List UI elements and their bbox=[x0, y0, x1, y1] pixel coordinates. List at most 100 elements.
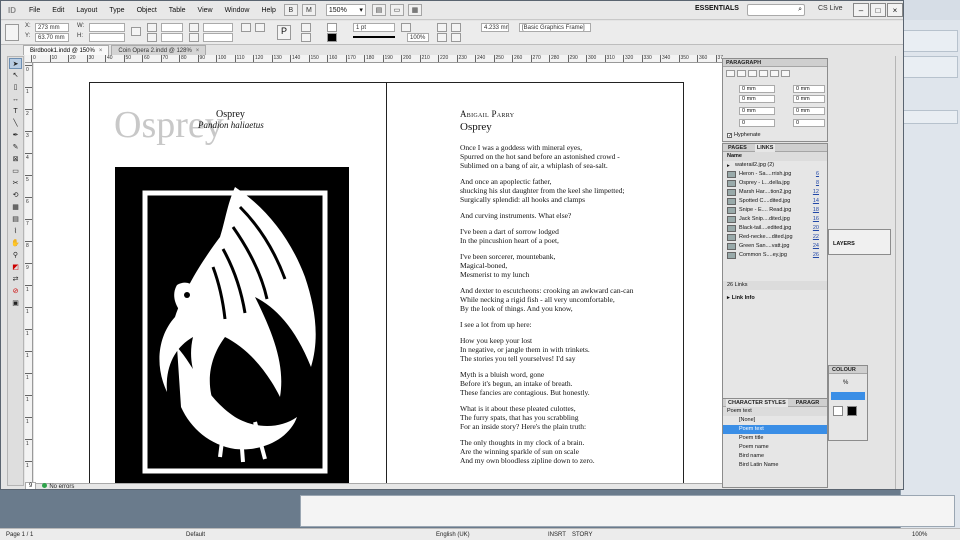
effects-icon[interactable] bbox=[401, 23, 411, 32]
view-options-icon[interactable]: ▤ bbox=[371, 4, 386, 16]
width-field[interactable] bbox=[89, 23, 125, 32]
menu-layout[interactable]: Layout bbox=[70, 7, 103, 14]
apply-none-icon[interactable]: ⊘ bbox=[9, 286, 22, 297]
style-row[interactable]: [None] bbox=[723, 416, 827, 425]
scale-x-icon[interactable] bbox=[147, 23, 157, 32]
select-container-icon[interactable] bbox=[301, 23, 311, 32]
link-page[interactable]: 16 bbox=[813, 215, 819, 224]
style-row[interactable]: Poem name bbox=[723, 443, 827, 452]
tab-birdbook[interactable]: Birdbook1.indd @ 150% × bbox=[23, 45, 110, 55]
type-tool-icon[interactable]: T bbox=[9, 106, 22, 117]
style-row[interactable]: Poem text bbox=[723, 425, 827, 434]
menu-file[interactable]: File bbox=[23, 7, 46, 14]
shear-field[interactable] bbox=[203, 33, 233, 42]
fill-stroke-icon[interactable]: ◩ bbox=[9, 262, 22, 273]
text-wrap-icon[interactable]: P bbox=[277, 25, 291, 40]
osprey-illustration[interactable] bbox=[115, 167, 349, 483]
x-field[interactable]: 273 mm bbox=[35, 23, 69, 32]
space-before-field[interactable]: 0 mm bbox=[739, 107, 775, 115]
left-indent-field[interactable]: 0 mm bbox=[739, 85, 775, 93]
flip-vertical-icon[interactable] bbox=[255, 23, 265, 32]
stroke-swatch-icon[interactable] bbox=[327, 33, 337, 42]
tab-pages[interactable]: PAGES bbox=[726, 144, 749, 152]
space-after-field[interactable]: 0 mm bbox=[793, 107, 825, 115]
link-row[interactable]: Green San....vatt.jpg 24 bbox=[723, 242, 827, 251]
center-content-icon[interactable] bbox=[437, 33, 447, 42]
link-page[interactable]: 18 bbox=[813, 206, 819, 215]
menu-view[interactable]: View bbox=[192, 7, 219, 14]
link-row[interactable]: Snipe - E.... Read.jpg 18 bbox=[723, 206, 827, 215]
gradient-tool-icon[interactable]: ▦ bbox=[9, 202, 22, 213]
hand-tool-icon[interactable]: ✋ bbox=[9, 238, 22, 249]
close-icon[interactable]: × bbox=[99, 48, 103, 54]
y-field[interactable]: 63.70 mm bbox=[35, 33, 69, 42]
zoom-tool-icon[interactable]: ⚲ bbox=[9, 250, 22, 261]
colour-panel-header[interactable]: COLOUR bbox=[829, 366, 867, 374]
align-center-icon[interactable] bbox=[737, 70, 746, 77]
bridge-icon[interactable]: B bbox=[283, 4, 298, 16]
link-row[interactable]: Common S....ey.jpg 26 bbox=[723, 251, 827, 260]
link-row[interactable]: Black-tail....edited.jpg 20 bbox=[723, 224, 827, 233]
style-row[interactable]: Bird name bbox=[723, 452, 827, 461]
fit-content-icon[interactable] bbox=[437, 23, 447, 32]
menu-window[interactable]: Window bbox=[219, 7, 256, 14]
right-indent-field[interactable]: 0 mm bbox=[793, 85, 825, 93]
tab-character-styles[interactable]: CHARACTER STYLES bbox=[726, 399, 788, 407]
rotation-field[interactable] bbox=[203, 23, 233, 32]
link-info-toggle[interactable]: ▸ Link Info bbox=[723, 294, 827, 303]
link-page[interactable]: 12 bbox=[813, 188, 819, 197]
pen-tool-icon[interactable]: ✒ bbox=[9, 130, 22, 141]
hyphenate-checkbox[interactable]: ✓ Hyphenate bbox=[727, 132, 761, 138]
page-tool-icon[interactable]: ▯ bbox=[9, 82, 22, 93]
drop-cap-chars-field[interactable]: 0 bbox=[793, 119, 825, 127]
height-field[interactable] bbox=[89, 33, 125, 42]
tab-links[interactable]: LINKS bbox=[754, 144, 776, 152]
style-row[interactable]: Poem title bbox=[723, 434, 827, 443]
fit-frame-icon[interactable] bbox=[451, 23, 461, 32]
link-row[interactable]: ▸ waterail2.jpg (2) bbox=[723, 161, 827, 170]
links-column-header[interactable]: Name bbox=[723, 152, 827, 161]
last-line-indent-field[interactable]: 0 mm bbox=[793, 95, 825, 103]
vertical-scrollbar[interactable] bbox=[895, 56, 903, 489]
object-style-select[interactable]: [Basic Graphics Frame] bbox=[519, 23, 591, 32]
scissors-tool-icon[interactable]: ✂ bbox=[9, 178, 22, 189]
screen-mode-icon[interactable]: ▣ bbox=[9, 298, 22, 309]
line-tool-icon[interactable]: ╲ bbox=[9, 118, 22, 129]
justify-icon[interactable] bbox=[759, 70, 768, 77]
swap-fill-stroke-icon[interactable]: ⇄ bbox=[9, 274, 22, 285]
search-input[interactable]: ⌕ bbox=[747, 4, 805, 16]
link-row[interactable]: Spotted C....dited.jpg 14 bbox=[723, 197, 827, 206]
menu-edit[interactable]: Edit bbox=[46, 7, 70, 14]
menu-help[interactable]: Help bbox=[255, 7, 281, 14]
preflight-status[interactable]: No errors bbox=[42, 482, 74, 489]
dimension-field[interactable]: 4.233 mm bbox=[481, 23, 509, 32]
first-line-indent-field[interactable]: 0 mm bbox=[739, 95, 775, 103]
pencil-tool-icon[interactable]: ✎ bbox=[9, 142, 22, 153]
link-page[interactable]: 14 bbox=[813, 197, 819, 206]
free-transform-tool-icon[interactable]: ⟲ bbox=[9, 190, 22, 201]
justify-all-icon[interactable] bbox=[770, 70, 779, 77]
link-page[interactable]: 6 bbox=[816, 170, 819, 179]
bird-latin-name[interactable]: Pandion haliaetus bbox=[198, 120, 264, 130]
bird-name[interactable]: Osprey bbox=[216, 109, 245, 120]
rotate-icon[interactable] bbox=[189, 23, 199, 32]
workspace-switcher[interactable]: ESSENTIALS bbox=[695, 5, 739, 12]
arrange-documents-icon[interactable]: ▦ bbox=[407, 4, 422, 16]
eyedropper-tool-icon[interactable]: ⌇ bbox=[9, 226, 22, 237]
minibridge-icon[interactable]: M bbox=[301, 4, 316, 16]
menu-type[interactable]: Type bbox=[103, 7, 130, 14]
opacity-field[interactable]: 100% bbox=[407, 33, 429, 42]
flip-horizontal-icon[interactable] bbox=[241, 23, 251, 32]
select-content-icon[interactable] bbox=[301, 33, 311, 42]
poet-name[interactable]: Abigail Parry bbox=[460, 109, 514, 119]
scale-y-field[interactable] bbox=[161, 33, 183, 42]
poem-title[interactable]: Osprey bbox=[460, 121, 492, 133]
status-zoom[interactable]: 100% bbox=[912, 532, 927, 538]
poem-text-frame[interactable]: Once I was a goddess with mineral eyes, S… bbox=[460, 143, 710, 472]
style-row[interactable]: Bird Latin Name bbox=[723, 461, 827, 470]
gap-tool-icon[interactable]: ↔ bbox=[9, 94, 22, 105]
rectangle-frame-tool-icon[interactable]: ⊠ bbox=[9, 154, 22, 165]
rectangle-tool-icon[interactable]: ▭ bbox=[9, 166, 22, 177]
tab-paragraph-styles[interactable]: PARAGR bbox=[794, 399, 821, 407]
constrain-proportions-icon[interactable] bbox=[131, 27, 141, 36]
